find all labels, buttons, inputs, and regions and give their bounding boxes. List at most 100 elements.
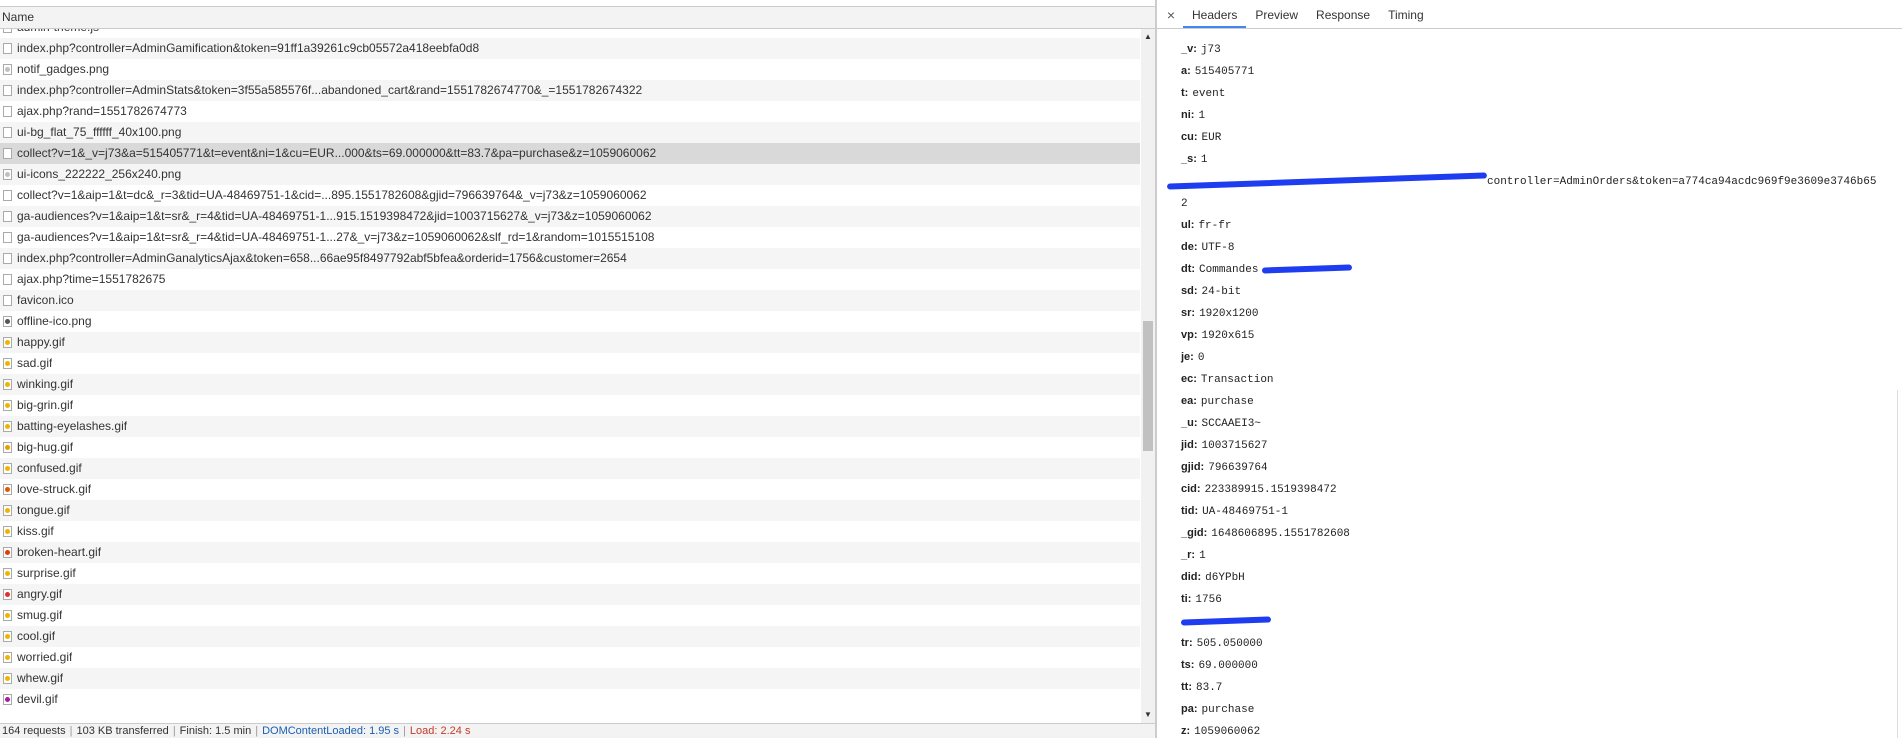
param-value: 83.7: [1196, 682, 1223, 694]
param-value: Transaction: [1200, 374, 1274, 386]
param-key: did:: [1181, 571, 1202, 583]
tab-timing[interactable]: Timing: [1379, 2, 1433, 28]
query-param-row: ts: 69.000000: [1181, 654, 1901, 676]
emoji-icon: [3, 547, 12, 558]
request-row[interactable]: ga-audiences?v=1&aip=1&t=sr&_r=4&tid=UA-…: [0, 206, 1140, 227]
details-scroll-edge: [1897, 390, 1898, 738]
details-tab-bar: × Headers Preview Response Timing: [1157, 2, 1902, 29]
request-row[interactable]: ajax.php?time=1551782675: [0, 269, 1140, 290]
request-row[interactable]: admin-theme.js: [0, 29, 1140, 38]
request-row[interactable]: notif_gadges.png: [0, 59, 1140, 80]
request-row[interactable]: offline-ico.png: [0, 311, 1140, 332]
param-key: a:: [1181, 65, 1191, 77]
param-key: t:: [1181, 87, 1189, 99]
request-row[interactable]: smug.gif: [0, 605, 1140, 626]
query-param-row: jid: 1003715627: [1181, 434, 1901, 456]
emoji-icon-dot: [5, 403, 10, 408]
request-row[interactable]: collect?v=1&aip=1&t=dc&_r=3&tid=UA-48469…: [0, 185, 1140, 206]
request-list[interactable]: admin-theme.js index.php?controller=Admin…: [0, 29, 1140, 723]
request-row[interactable]: winking.gif: [0, 374, 1140, 395]
request-row[interactable]: surprise.gif: [0, 563, 1140, 584]
request-row[interactable]: kiss.gif: [0, 521, 1140, 542]
request-row[interactable]: devil.gif: [0, 689, 1140, 710]
request-row[interactable]: big-grin.gif: [0, 395, 1140, 416]
tab-preview[interactable]: Preview: [1246, 2, 1307, 28]
scroll-up-arrow-icon[interactable]: ▲: [1141, 31, 1155, 43]
request-name: offline-ico.png: [17, 314, 92, 328]
query-param-row: ec: Transaction: [1181, 368, 1901, 390]
request-name: angry.gif: [17, 587, 63, 601]
emoji-icon-dot: [5, 466, 10, 471]
emoji-icon-dot: [5, 634, 10, 639]
image-icon-dot: [5, 67, 10, 72]
request-name: worried.gif: [17, 650, 73, 664]
scroll-down-arrow-icon[interactable]: ▼: [1141, 709, 1155, 721]
emoji-icon-dot: [5, 592, 10, 597]
request-name: cool.gif: [17, 629, 56, 643]
param-key: _u:: [1181, 417, 1198, 429]
query-param-row: _u: SCCAAEI3~: [1181, 412, 1901, 434]
request-row[interactable]: index.php?controller=AdminGamification&t…: [0, 38, 1140, 59]
request-row[interactable]: happy.gif: [0, 332, 1140, 353]
request-row[interactable]: ui-icons_222222_256x240.png: [0, 164, 1140, 185]
file-icon: [3, 127, 12, 138]
query-param-row: sd: 24-bit: [1181, 280, 1901, 302]
request-name: kiss.gif: [17, 524, 54, 538]
request-row[interactable]: sad.gif: [0, 353, 1140, 374]
param-value: 0: [1197, 352, 1205, 364]
param-key: je:: [1181, 351, 1194, 363]
query-param-row: tt: 83.7: [1181, 676, 1901, 698]
request-row[interactable]: favicon.ico: [0, 290, 1140, 311]
query-param-row: vp: 1920x615: [1181, 324, 1901, 346]
file-icon: [3, 190, 12, 201]
query-param-row: a: 515405771: [1181, 60, 1901, 82]
image-icon: [3, 169, 12, 180]
param-key: _r:: [1181, 549, 1196, 561]
query-param-row: sr: 1920x1200: [1181, 302, 1901, 324]
request-row[interactable]: ui-bg_flat_75_ffffff_40x100.png: [0, 122, 1140, 143]
request-row[interactable]: worried.gif: [0, 647, 1140, 668]
transferred-size: 103 KB transferred: [76, 725, 169, 737]
request-row[interactable]: batting-eyelashes.gif: [0, 416, 1140, 437]
param-key: ni:: [1181, 109, 1195, 121]
request-name: collect?v=1&aip=1&t=dc&_r=3&tid=UA-48469…: [17, 188, 647, 202]
request-row[interactable]: index.php?controller=AdminGanalyticsAjax…: [0, 248, 1140, 269]
request-row[interactable]: tongue.gif: [0, 500, 1140, 521]
request-name: big-hug.gif: [17, 440, 74, 454]
query-param-row: controller=AdminOrders&token=a774ca94acd…: [1166, 170, 1901, 192]
request-name: notif_gadges.png: [17, 62, 110, 76]
request-row[interactable]: love-struck.gif: [0, 479, 1140, 500]
query-param-row: gjid: 796639764: [1181, 456, 1901, 478]
request-row[interactable]: collect?v=1&_v=j73&a=515405771&t=event&n…: [0, 143, 1140, 164]
emoji-icon: [3, 442, 12, 453]
tab-response[interactable]: Response: [1307, 2, 1379, 28]
request-name: collect?v=1&_v=j73&a=515405771&t=event&n…: [17, 146, 657, 160]
query-param-row: ni: 1: [1181, 104, 1901, 126]
request-row[interactable]: broken-heart.gif: [0, 542, 1140, 563]
file-icon: [3, 29, 12, 33]
close-icon[interactable]: ×: [1159, 7, 1183, 23]
request-row[interactable]: confused.gif: [0, 458, 1140, 479]
request-row[interactable]: big-hug.gif: [0, 437, 1140, 458]
request-name: ajax.php?time=1551782675: [17, 272, 166, 286]
request-row[interactable]: whew.gif: [0, 668, 1140, 689]
request-row[interactable]: ajax.php?rand=1551782674773: [0, 101, 1140, 122]
name-column-header[interactable]: Name: [0, 6, 1155, 29]
emoji-icon-dot: [5, 529, 10, 534]
emoji-icon-dot: [5, 613, 10, 618]
image-icon-dot: [5, 319, 10, 324]
request-row[interactable]: ga-audiences?v=1&aip=1&t=sr&_r=4&tid=UA-…: [0, 227, 1140, 248]
request-row[interactable]: cool.gif: [0, 626, 1140, 647]
param-value: purchase: [1200, 396, 1254, 408]
request-row[interactable]: angry.gif: [0, 584, 1140, 605]
param-key: jid:: [1181, 439, 1198, 451]
file-icon: [3, 274, 12, 285]
scroll-thumb[interactable]: [1143, 321, 1153, 451]
tab-headers[interactable]: Headers: [1183, 2, 1247, 28]
request-name: batting-eyelashes.gif: [17, 419, 128, 433]
param-value: 505.050000: [1196, 638, 1263, 650]
request-row[interactable]: index.php?controller=AdminStats&token=3f…: [0, 80, 1140, 101]
query-param-row: ti: 1756: [1181, 588, 1901, 610]
request-list-scrollbar[interactable]: ▲ ▼: [1141, 29, 1155, 723]
request-name: whew.gif: [17, 671, 64, 685]
